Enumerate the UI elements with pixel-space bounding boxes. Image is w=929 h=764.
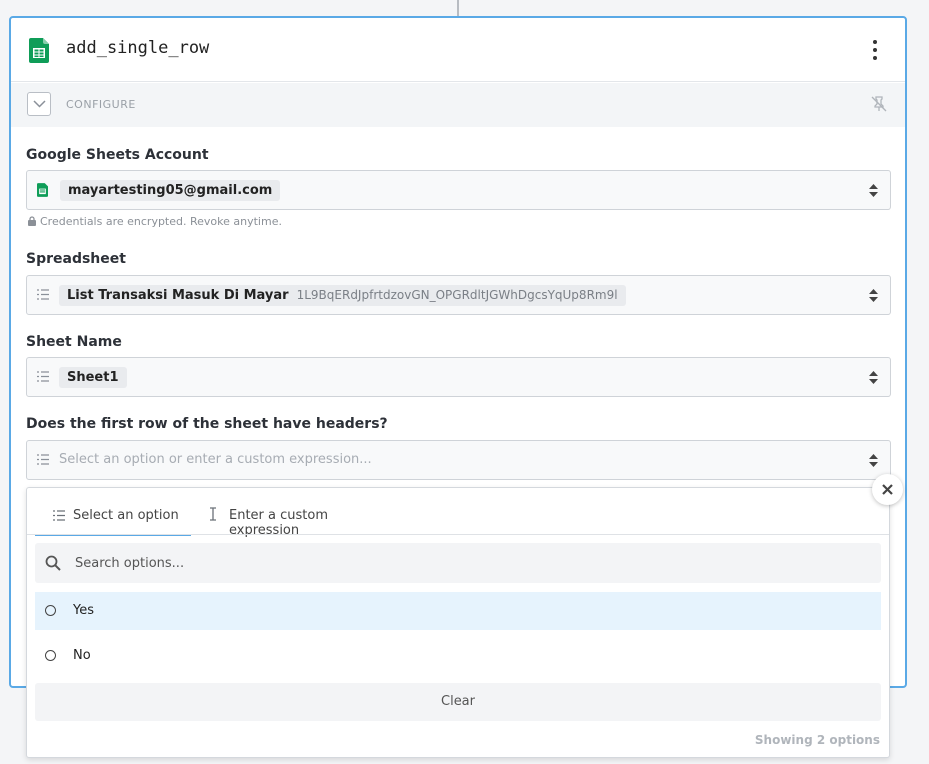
option-yes[interactable]: Yes [35, 592, 881, 630]
step-header: add_single_row [11, 18, 905, 82]
sheet-name-select[interactable]: Sheet1 [26, 357, 891, 397]
unpin-icon[interactable] [871, 96, 887, 112]
radio-icon [45, 650, 56, 661]
spreadsheet-field-label: Spreadsheet [26, 251, 126, 267]
google-sheets-icon [29, 38, 49, 63]
tab-select-option[interactable]: Select an option [35, 494, 191, 536]
headers-placeholder: Select an option or enter a custom expre… [59, 452, 372, 467]
google-sheets-icon [37, 183, 48, 197]
account-chip: mayartesting05@gmail.com [60, 180, 281, 201]
configure-label: CONFIGURE [66, 98, 136, 111]
chevron-down-icon [33, 100, 46, 108]
sort-updown-icon [869, 454, 878, 467]
radio-icon [45, 605, 56, 616]
headers-select[interactable]: Select an option or enter a custom expre… [26, 440, 891, 480]
list-icon [53, 510, 65, 521]
configure-section-header[interactable]: CONFIGURE [11, 83, 905, 127]
credentials-hint-text: Credentials are encrypted. Revoke anytim… [40, 215, 282, 228]
account-field-label: Google Sheets Account [26, 147, 209, 163]
options-dropdown: Select an option Enter a custom expressi… [26, 487, 890, 758]
collapse-button[interactable] [27, 92, 51, 116]
close-dropdown-button[interactable] [872, 474, 903, 505]
search-box [35, 543, 881, 583]
credentials-hint: Credentials are encrypted. Revoke anytim… [28, 215, 282, 228]
list-icon [37, 289, 49, 300]
sort-updown-icon [869, 289, 878, 302]
sheet-name-chip: Sheet1 [59, 367, 127, 388]
tabs-divider [27, 534, 889, 535]
option-no-label: No [73, 648, 91, 663]
clear-button[interactable]: Clear [35, 683, 881, 721]
spreadsheet-id: 1L9BqERdJpfrtdzovGN_OPGRdltJGWhDgcsYqUp8… [296, 288, 618, 302]
lock-icon [28, 216, 36, 226]
tab-select-option-label: Select an option [73, 508, 179, 523]
search-options-input[interactable] [75, 553, 855, 573]
search-icon [45, 555, 61, 571]
options-count: Showing 2 options [754, 733, 880, 747]
option-no[interactable]: No [35, 637, 881, 675]
step-title[interactable]: add_single_row [66, 38, 209, 58]
list-icon [37, 454, 49, 465]
spreadsheet-select[interactable]: List Transaksi Masuk Di Mayar 1L9BqERdJpf… [26, 275, 891, 315]
tab-custom-expression[interactable]: Enter a custom expression [199, 494, 399, 538]
sheet-name-field-label: Sheet Name [26, 334, 122, 350]
account-select[interactable]: mayartesting05@gmail.com [26, 170, 891, 210]
list-icon [37, 371, 49, 382]
spreadsheet-chip: List Transaksi Masuk Di Mayar 1L9BqERdJpf… [59, 285, 626, 306]
kebab-menu-icon[interactable] [871, 40, 879, 60]
sort-updown-icon [869, 184, 878, 197]
flow-connector-line [457, 0, 459, 17]
sort-updown-icon [869, 371, 878, 384]
spreadsheet-name: List Transaksi Masuk Di Mayar [67, 288, 289, 303]
text-cursor-icon [210, 507, 216, 521]
close-icon [882, 484, 893, 495]
headers-field-label: Does the first row of the sheet have hea… [26, 416, 388, 432]
option-yes-label: Yes [73, 603, 94, 618]
